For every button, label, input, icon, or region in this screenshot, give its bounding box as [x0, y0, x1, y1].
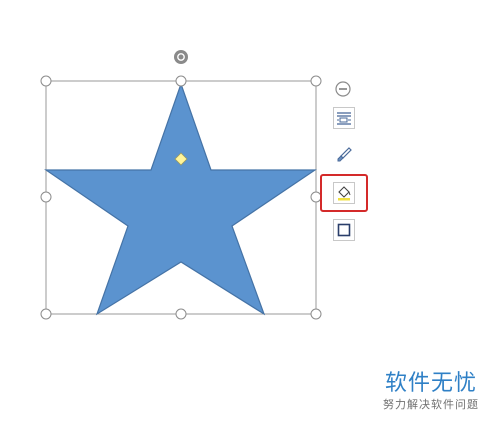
fill-bucket-icon — [338, 186, 351, 201]
shape-style-button[interactable] — [333, 144, 355, 166]
fill-button[interactable] — [333, 182, 355, 204]
watermark-title: 软件无忧 — [384, 371, 477, 396]
rotate-handle[interactable] — [174, 50, 188, 64]
resize-handle-s[interactable] — [175, 308, 187, 320]
collapse-minus-icon[interactable] — [335, 81, 351, 97]
watermark: 软件无忧 努力解决软件问题 — [376, 371, 486, 413]
outline-icon — [337, 223, 351, 237]
watermark-subtitle: 努力解决软件问题 — [383, 398, 479, 411]
resize-handle-sw[interactable] — [40, 308, 52, 320]
shape-style-brush-icon — [337, 147, 352, 162]
resize-handle-n[interactable] — [175, 75, 187, 87]
resize-handle-w[interactable] — [40, 191, 52, 203]
outline-button[interactable] — [333, 219, 355, 241]
star-shape[interactable] — [44, 82, 317, 316]
resize-handle-se[interactable] — [310, 308, 322, 320]
layout-options-icon — [337, 112, 351, 125]
resize-handle-nw[interactable] — [40, 75, 52, 87]
layout-options-button[interactable] — [333, 107, 355, 129]
slide-canvas — [40, 50, 351, 320]
resize-handle-ne[interactable] — [310, 75, 322, 87]
